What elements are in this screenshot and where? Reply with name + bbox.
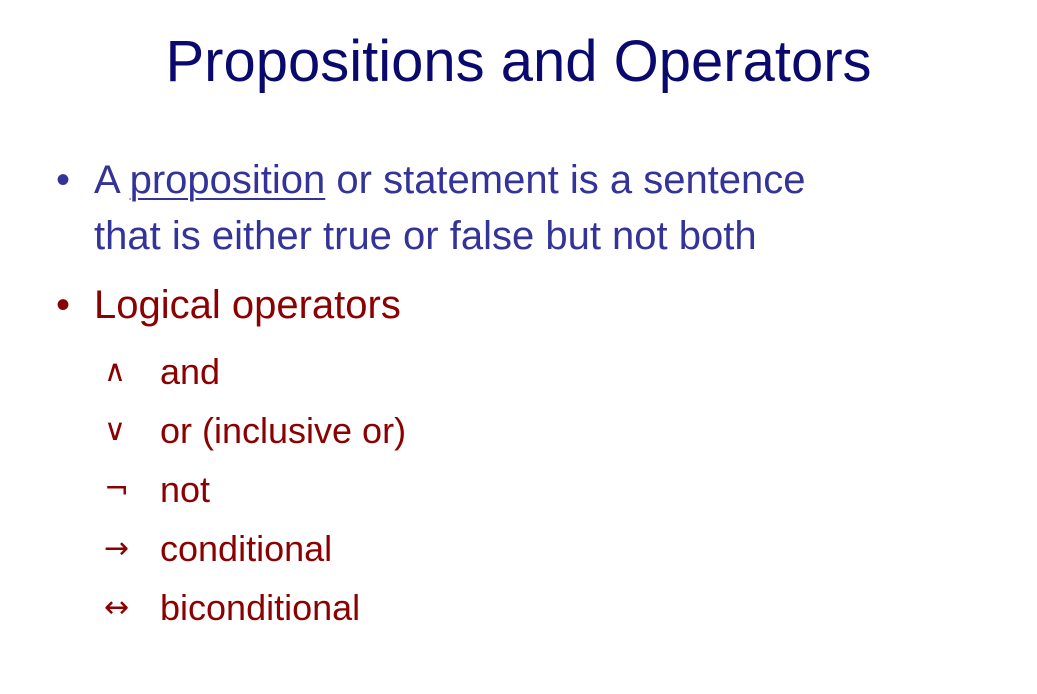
- operator-label: not: [160, 468, 211, 510]
- operator-item-or: ∨ or (inclusive or): [104, 401, 406, 460]
- bullet-line1-rest: or statement is a sentence: [325, 158, 806, 202]
- and-symbol-icon: ∧: [104, 353, 126, 389]
- not-symbol-icon: ¬: [104, 471, 130, 507]
- operator-label: or (inclusive or): [160, 409, 407, 451]
- operator-list: ∧ and ∨ or (inclusive or) ¬ not → condit…: [104, 342, 406, 637]
- bullet-marker: •: [56, 283, 71, 327]
- double-arrow-icon: ↔: [104, 589, 130, 625]
- operator-label: and: [160, 350, 221, 392]
- bullet-line2: that is either true or false but not bot…: [94, 214, 757, 258]
- bullet-logical-operators: • Logical operators: [56, 277, 401, 333]
- bullet-text: A proposition or statement is a sentence…: [94, 152, 806, 264]
- operator-label: conditional: [160, 527, 333, 569]
- operator-item-and: ∧ and: [104, 342, 406, 401]
- slide-title: Propositions and Operators: [165, 29, 872, 94]
- slide: Propositions and Operators • A propositi…: [0, 0, 1037, 694]
- right-arrow-icon: →: [104, 530, 130, 566]
- bullet-text: Logical operators: [94, 283, 401, 327]
- proposition-term: proposition: [129, 158, 326, 202]
- bullet-prefix: A: [94, 158, 130, 202]
- operator-label: biconditional: [160, 586, 361, 628]
- bullet-marker: •: [56, 158, 71, 202]
- or-symbol-icon: ∨: [104, 412, 126, 448]
- operator-item-biconditional: ↔ biconditional: [104, 578, 406, 637]
- operator-item-conditional: → conditional: [104, 519, 406, 578]
- bullet-proposition-definition: • A proposition or statement is a senten…: [56, 152, 806, 264]
- operator-item-not: ¬ not: [104, 460, 406, 519]
